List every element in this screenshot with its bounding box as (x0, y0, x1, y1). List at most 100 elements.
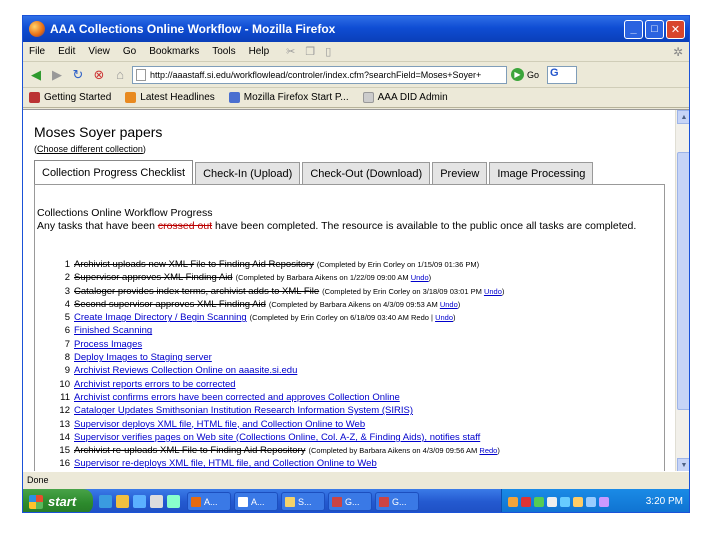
taskbar-button[interactable]: G... (328, 492, 372, 511)
outlook-icon[interactable] (116, 495, 129, 508)
task-link[interactable]: Process Images (74, 338, 142, 351)
note-text: (Completed by Erin Corley on 1/15/09 01:… (316, 260, 477, 269)
title-bar[interactable]: AAA Collections Online Workflow - Mozill… (23, 16, 689, 42)
tray-icon[interactable] (521, 496, 531, 507)
menu-help[interactable]: Help (249, 46, 270, 57)
vertical-scrollbar[interactable]: ▲ ▼ (675, 110, 689, 471)
tray-icon[interactable] (586, 496, 596, 507)
back-icon[interactable]: ◀ (27, 66, 45, 84)
scroll-down-icon[interactable]: ▼ (677, 458, 689, 471)
reload-icon[interactable]: ↻ (69, 66, 87, 84)
choose-collection-link[interactable]: Choose different collection (37, 144, 143, 154)
stop-icon[interactable]: ⊗ (90, 66, 108, 84)
task-link[interactable]: Create Image Directory / Begin Scanning (74, 311, 247, 324)
copy-icon[interactable]: ❐ (305, 45, 315, 58)
ie-icon[interactable] (99, 495, 112, 508)
cut-icon[interactable]: ✂ (286, 45, 295, 58)
url-field[interactable]: http://aaastaff.si.edu/workflowlead/cont… (132, 65, 507, 84)
task-link[interactable]: Archivist Reviews Collection Online on a… (74, 364, 297, 377)
search-box[interactable]: G (547, 65, 578, 84)
scroll-thumb[interactable] (677, 152, 689, 410)
task-link[interactable]: Supervisor re-deploys XML file, HTML fil… (74, 457, 377, 470)
task-link[interactable]: Cataloger provides index terms, archivis… (74, 285, 319, 298)
undo-redo-link[interactable]: Undo (411, 273, 429, 282)
home-icon[interactable]: ⌂ (111, 66, 129, 84)
app-icon[interactable] (150, 495, 163, 508)
menu-tools[interactable]: Tools (212, 46, 235, 57)
system-tray: 3:20 PM (501, 489, 689, 512)
task-row: 8 Deploy Images to Staging server (50, 351, 670, 364)
undo-redo-link[interactable]: Undo (435, 313, 453, 322)
task-link[interactable]: Supervisor approves XML Finding Aid (74, 271, 233, 284)
close-button[interactable]: ✕ (666, 19, 685, 39)
tab-strip: Collection Progress Checklist Check-In (… (34, 160, 595, 184)
task-link[interactable]: Cataloger Updates Smithsonian Institutio… (74, 404, 413, 417)
tray-icon[interactable] (534, 496, 544, 507)
menu-file[interactable]: File (29, 46, 45, 57)
tab-image-processing[interactable]: Image Processing (489, 162, 594, 184)
task-link[interactable]: Deploy Images to Staging server (74, 351, 212, 364)
minimize-button[interactable]: _ (624, 19, 643, 39)
tab-check-in[interactable]: Check-In (Upload) (195, 162, 301, 184)
bookmark-label: Latest Headlines (140, 92, 215, 103)
note-text: ) (453, 313, 456, 323)
task-link[interactable]: Archivist re-uploads XML File to Finding… (74, 444, 305, 457)
note-text: ) (457, 299, 461, 309)
desc-text: have been completed. The resource is ava… (212, 220, 637, 232)
task-number: 12 (59, 405, 70, 417)
task-link[interactable]: Finished Scanning (74, 324, 152, 337)
task-completion-note: (Completed by Barbara Aikens on 4/3/09 0… (269, 298, 460, 311)
tab-check-out[interactable]: Check-Out (Download) (302, 162, 431, 184)
bookmark-latest-headlines[interactable]: Latest Headlines (125, 92, 215, 103)
menu-go[interactable]: Go (123, 46, 136, 57)
progress-heading: Collections Online Workflow Progress (37, 207, 213, 219)
tray-icon[interactable] (599, 496, 609, 507)
task-number: 13 (59, 418, 70, 430)
paren-close: ) (142, 144, 146, 154)
app-icon[interactable] (167, 495, 180, 508)
undo-redo-link[interactable]: Undo (484, 287, 502, 296)
forward-icon[interactable]: ▶ (48, 66, 66, 84)
task-row: 2 Supervisor approves XML Finding Aid (Com… (50, 271, 670, 284)
bookmark-firefox-start[interactable]: Mozilla Firefox Start P... (228, 92, 349, 103)
task-link[interactable]: Archivist confirms errors have been corr… (74, 391, 400, 404)
taskbar-button[interactable]: A... (234, 492, 278, 511)
tray-icon[interactable] (508, 496, 518, 507)
task-link[interactable]: Supervisor deploys XML file, HTML file, … (74, 418, 365, 431)
bookmark-label: Mozilla Firefox Start P... (243, 92, 349, 103)
menu-bookmarks[interactable]: Bookmarks (149, 46, 199, 57)
browser-window: AAA Collections Online Workflow - Mozill… (22, 15, 690, 513)
maximize-button[interactable]: □ (645, 19, 664, 39)
bookmark-aaa-did-admin[interactable]: AAA DID Admin (362, 92, 448, 103)
paste-icon[interactable]: ▯ (325, 45, 331, 58)
tab-preview[interactable]: Preview (432, 162, 488, 184)
tray-icon[interactable] (573, 496, 583, 507)
bookmark-getting-started[interactable]: Getting Started (29, 92, 111, 103)
taskbar-label: S... (298, 496, 312, 507)
undo-redo-link[interactable]: Redo (479, 446, 497, 455)
task-link[interactable]: Second supervisor approves XML Finding A… (74, 298, 266, 311)
tray-icon[interactable] (560, 496, 570, 507)
taskbar-button[interactable]: A... (187, 492, 231, 511)
taskbar-button[interactable]: G... (375, 492, 419, 511)
menu-edit[interactable]: Edit (58, 46, 75, 57)
tab-progress-checklist[interactable]: Collection Progress Checklist (34, 160, 194, 184)
collection-chooser: (Choose different collection) (34, 144, 146, 154)
undo-redo-link[interactable]: Undo (440, 300, 458, 309)
start-button[interactable]: start (23, 489, 93, 512)
desktop-icon[interactable] (133, 495, 146, 508)
desc-text: Any tasks that have been (37, 220, 158, 232)
scroll-up-icon[interactable]: ▲ (677, 110, 689, 124)
google-icon (228, 92, 240, 103)
go-button[interactable]: ▶ Go (511, 68, 539, 81)
task-link[interactable]: Archivist uploads new XML File to Findin… (74, 258, 314, 271)
firefox-icon (29, 21, 45, 37)
task-link[interactable]: Archivist reports errors to be corrected (74, 378, 236, 391)
status-text: Done (27, 474, 49, 485)
task-number: 1 (64, 259, 70, 270)
task-link[interactable]: Supervisor verifies pages on Web site (C… (74, 431, 480, 444)
taskbar-button[interactable]: S... (281, 492, 325, 511)
menu-view[interactable]: View (88, 46, 110, 57)
tray-icon[interactable] (547, 496, 557, 507)
bookmarks-toolbar: Getting Started Latest Headlines Mozilla… (23, 88, 689, 108)
